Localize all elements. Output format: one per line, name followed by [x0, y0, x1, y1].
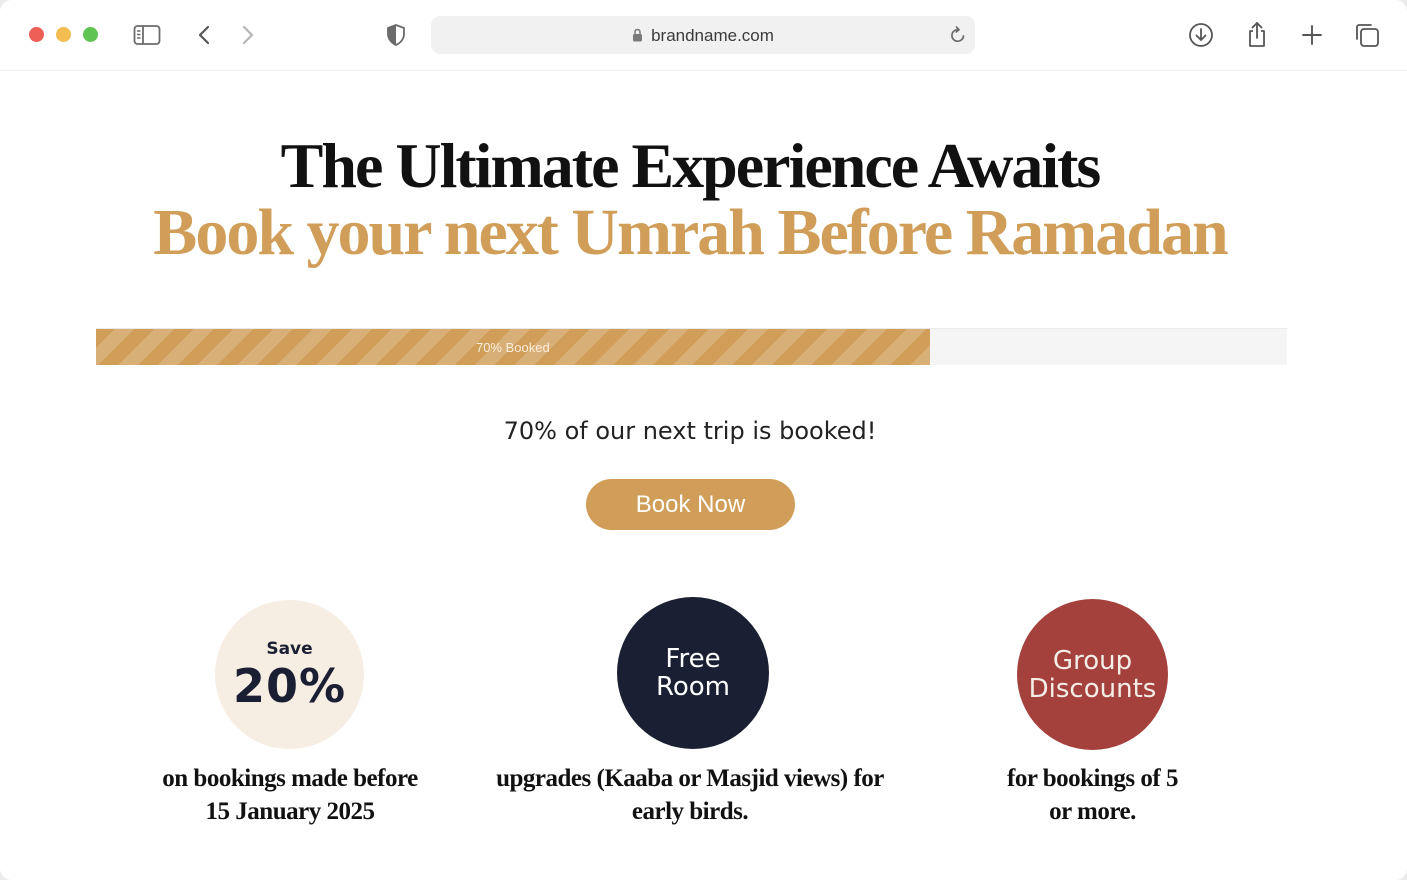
- book-now-button[interactable]: Book Now: [586, 479, 795, 530]
- page-content: The Ultimate Experience Awaits Book your…: [0, 71, 1407, 880]
- share-icon[interactable]: [1242, 20, 1272, 50]
- group-discounts-caption-line1: for bookings of 5: [1007, 765, 1178, 792]
- address-bar[interactable]: brandname.com: [431, 16, 975, 54]
- reload-icon[interactable]: [949, 25, 967, 50]
- forward-icon[interactable]: [233, 20, 263, 50]
- hero-subtitle: Book your next Umrah Before Ramadan: [153, 196, 1228, 269]
- free-room-line1: Free: [665, 644, 721, 674]
- free-room-caption-line1: upgrades (Kaaba or Masjid views) for: [496, 765, 884, 792]
- browser-window: brandname.com The Ultimate Experience Aw…: [0, 0, 1407, 880]
- back-icon[interactable]: [189, 20, 219, 50]
- browser-toolbar: brandname.com: [0, 0, 1407, 71]
- group-discounts-line1: Group: [1052, 645, 1133, 676]
- group-discounts-caption-line2: or more.: [1049, 798, 1136, 825]
- booking-progress-bar: 70% Booked: [96, 328, 1287, 365]
- progress-label: 70% Booked: [475, 340, 550, 355]
- group-discounts-caption: for bookings of 5 or more.: [950, 762, 1235, 828]
- save-caption: on bookings made before 15 January 2025: [120, 762, 460, 828]
- close-window-button[interactable]: [29, 27, 44, 42]
- tabs-overview-icon[interactable]: [1352, 20, 1382, 50]
- free-room-caption-line2: early birds.: [631, 798, 749, 825]
- lock-icon: [632, 27, 643, 47]
- booking-progress-fill: 70% Booked: [96, 329, 930, 365]
- sidebar-icon[interactable]: [132, 20, 162, 50]
- group-discounts-line2: Discounts: [1028, 673, 1157, 704]
- shield-icon[interactable]: [381, 20, 411, 50]
- new-tab-icon[interactable]: [1297, 20, 1327, 50]
- free-room-line2: Room: [655, 672, 731, 702]
- minimize-window-button[interactable]: [56, 27, 71, 42]
- save-label: Save: [266, 638, 313, 659]
- save-caption-line2: 15 January 2025: [205, 798, 375, 825]
- download-icon[interactable]: [1186, 20, 1216, 50]
- save-discount-badge: Save 20%: [215, 600, 364, 749]
- free-room-caption: upgrades (Kaaba or Masjid views) for ear…: [480, 762, 900, 828]
- url-text: brandname.com: [651, 26, 774, 45]
- save-percent: 20%: [232, 658, 347, 713]
- booking-status-text: 70% of our next trip is booked!: [503, 417, 877, 445]
- save-caption-line1: on bookings made before: [162, 765, 418, 792]
- hero-title: The Ultimate Experience Awaits: [280, 130, 1102, 201]
- zoom-window-button[interactable]: [83, 27, 98, 42]
- group-discounts-badge: Group Discounts: [1017, 599, 1168, 750]
- free-room-badge: Free Room: [617, 597, 769, 749]
